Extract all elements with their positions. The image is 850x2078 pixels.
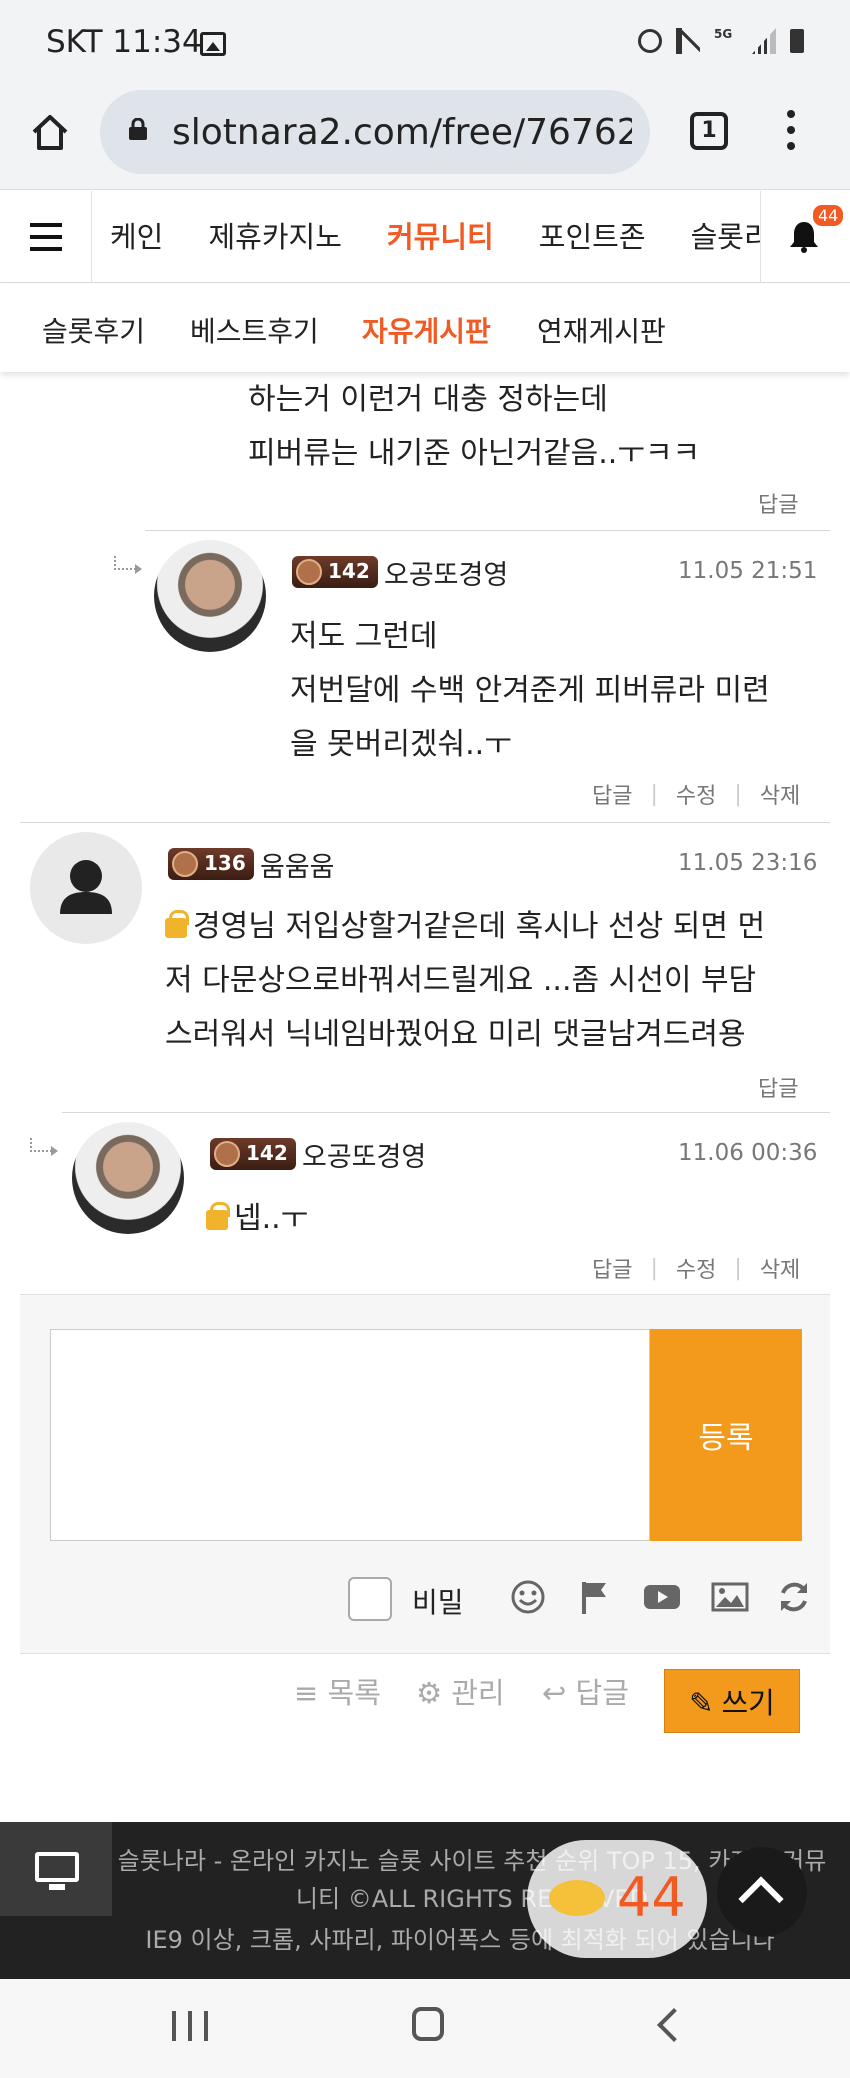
chat-count: 44 — [617, 1866, 686, 1929]
comment-author[interactable]: 오공또경영 — [302, 1135, 426, 1174]
divider — [145, 530, 830, 531]
delete-link[interactable]: 삭제 — [760, 778, 800, 810]
home-icon[interactable] — [28, 110, 72, 154]
secret-checkbox[interactable] — [348, 1577, 392, 1621]
status-time: SKT 11:34 — [46, 24, 202, 60]
reply-link[interactable]: 답글 — [592, 1252, 632, 1284]
reply-link[interactable]: 답글 — [758, 1071, 798, 1103]
comment-author[interactable]: 오공또경영 — [384, 553, 508, 592]
status-bar: SKT 11:34 5G — [0, 0, 850, 88]
tab-switcher-button[interactable]: 1 — [690, 112, 728, 150]
secret-lock-icon — [165, 910, 189, 938]
reply-link[interactable]: 답글 — [592, 778, 632, 810]
reply-arrow-icon — [114, 556, 142, 574]
level-icon — [296, 559, 322, 585]
divider — [20, 822, 830, 823]
default-user-icon — [60, 860, 112, 914]
site-nav-items: 케인 제휴카지노 커뮤니티 포인트존 슬롯리 — [92, 191, 760, 283]
footer-browser-note: IE9 이상, 크롬, 사파리, 파이어폭스 등에 최적화 되어 있습니다 — [145, 1926, 775, 1954]
refresh-icon[interactable] — [776, 1579, 812, 1615]
edit-link[interactable]: 수정 — [676, 1252, 716, 1284]
reply-button[interactable]: ↩ 답글 — [542, 1670, 629, 1712]
comment-actions: 답글 | 수정 | 삭제 — [592, 1252, 800, 1284]
list-button[interactable]: ≡ 목록 — [294, 1670, 381, 1712]
url-text[interactable]: slotnara2.com/free/7676248 — [172, 112, 632, 153]
battery-icon — [790, 29, 804, 53]
nav-item[interactable]: 포인트존 — [539, 191, 646, 283]
pc-version-button[interactable] — [0, 1822, 112, 1916]
notifications-button[interactable]: 44 — [760, 191, 850, 283]
secret-label: 비밀 — [412, 1586, 464, 1619]
notification-count-badge: 44 — [813, 205, 844, 226]
recents-icon[interactable] — [172, 2011, 208, 2041]
browser-menu-icon[interactable] — [786, 110, 796, 154]
browser-toolbar: slotnara2.com/free/7676248 1 — [0, 88, 850, 190]
subnav-item-free-board[interactable]: 자유게시판 — [362, 310, 491, 350]
comment-text: 넵..ㅜ — [206, 1192, 308, 1246]
reply-link[interactable]: 답글 — [758, 487, 798, 519]
secret-lock-icon — [206, 1202, 230, 1230]
level-badge: 142 — [292, 556, 378, 588]
reply-arrow-icon — [30, 1138, 58, 1156]
write-button[interactable]: ✎ 쓰기 — [664, 1669, 800, 1733]
comment-submit-button[interactable]: 등록 — [650, 1329, 802, 1541]
site-nav: 케인 제휴카지노 커뮤니티 포인트존 슬롯리 44 — [0, 191, 850, 283]
comment-text: 하는거 이런거 대충 정하는데 피버류는 내기준 아닌거같음..ㅜㅋㅋ — [248, 382, 701, 471]
nav-item[interactable]: 케인 — [110, 191, 163, 283]
comment-date: 11.05 23:16 — [678, 850, 818, 876]
address-bar[interactable]: slotnara2.com/free/7676248 — [100, 90, 650, 174]
youtube-icon[interactable] — [642, 1579, 682, 1615]
nav-item-community[interactable]: 커뮤니티 — [387, 191, 494, 283]
chat-bubble-icon — [549, 1880, 605, 1916]
home-nav-icon[interactable] — [412, 2007, 444, 2041]
avatar[interactable] — [30, 832, 142, 944]
subnav-item[interactable]: 슬롯후기 — [42, 310, 145, 350]
level-icon — [172, 851, 198, 877]
scroll-top-button[interactable] — [717, 1847, 807, 1937]
level-badge: 136 — [168, 848, 254, 880]
mute-icon — [676, 28, 700, 54]
signal-icon — [752, 28, 776, 54]
avatar[interactable] — [72, 1122, 184, 1234]
android-nav-bar — [0, 1979, 850, 2078]
manage-button[interactable]: ⚙ 관리 — [416, 1670, 505, 1712]
comment-author[interactable]: 움움움 — [260, 845, 335, 884]
image-notification-icon — [200, 32, 226, 56]
5g-icon: 5G — [714, 27, 733, 41]
image-icon[interactable] — [710, 1579, 750, 1615]
chat-float-button[interactable]: 44 — [527, 1840, 707, 1958]
lock-icon — [129, 118, 147, 140]
comment-actions: 답글 | 수정 | 삭제 — [592, 778, 800, 810]
comment-date: 11.06 00:36 — [678, 1140, 818, 1166]
comment-textarea[interactable] — [50, 1329, 650, 1541]
delete-link[interactable]: 삭제 — [760, 1252, 800, 1284]
comment-text: 경영님 저입상할거같은데 혹시나 선상 되면 먼 저 다문상으로바꿔서드릴게요 … — [165, 909, 766, 1052]
subnav-item[interactable]: 베스트후기 — [190, 310, 319, 350]
avatar[interactable] — [154, 540, 266, 652]
comment-write-box: 등록 비밀 — [20, 1294, 830, 1654]
board-sub-nav: 슬롯후기 베스트후기 자유게시판 연재게시판 — [0, 284, 850, 372]
subnav-item[interactable]: 연재게시판 — [537, 310, 666, 350]
level-badge: 142 — [210, 1138, 296, 1170]
divider — [62, 1112, 830, 1113]
edit-link[interactable]: 수정 — [676, 778, 716, 810]
status-icons: 5G — [638, 28, 804, 54]
comment-date: 11.05 21:51 — [678, 558, 818, 584]
level-icon — [214, 1141, 240, 1167]
monitor-icon — [35, 1852, 79, 1890]
back-icon[interactable] — [657, 2008, 691, 2042]
comment-text: 저도 그런데 저번달에 수백 안겨준게 피버류라 미련 을 못버리겠숴..ㅜ — [290, 619, 770, 762]
hamburger-menu-icon[interactable] — [0, 191, 92, 283]
flag-icon[interactable] — [576, 1579, 612, 1615]
nav-item[interactable]: 제휴카지노 — [208, 191, 341, 283]
alarm-icon — [638, 29, 662, 53]
nav-item[interactable]: 슬롯리 — [691, 191, 760, 283]
emoji-icon[interactable] — [510, 1579, 546, 1615]
